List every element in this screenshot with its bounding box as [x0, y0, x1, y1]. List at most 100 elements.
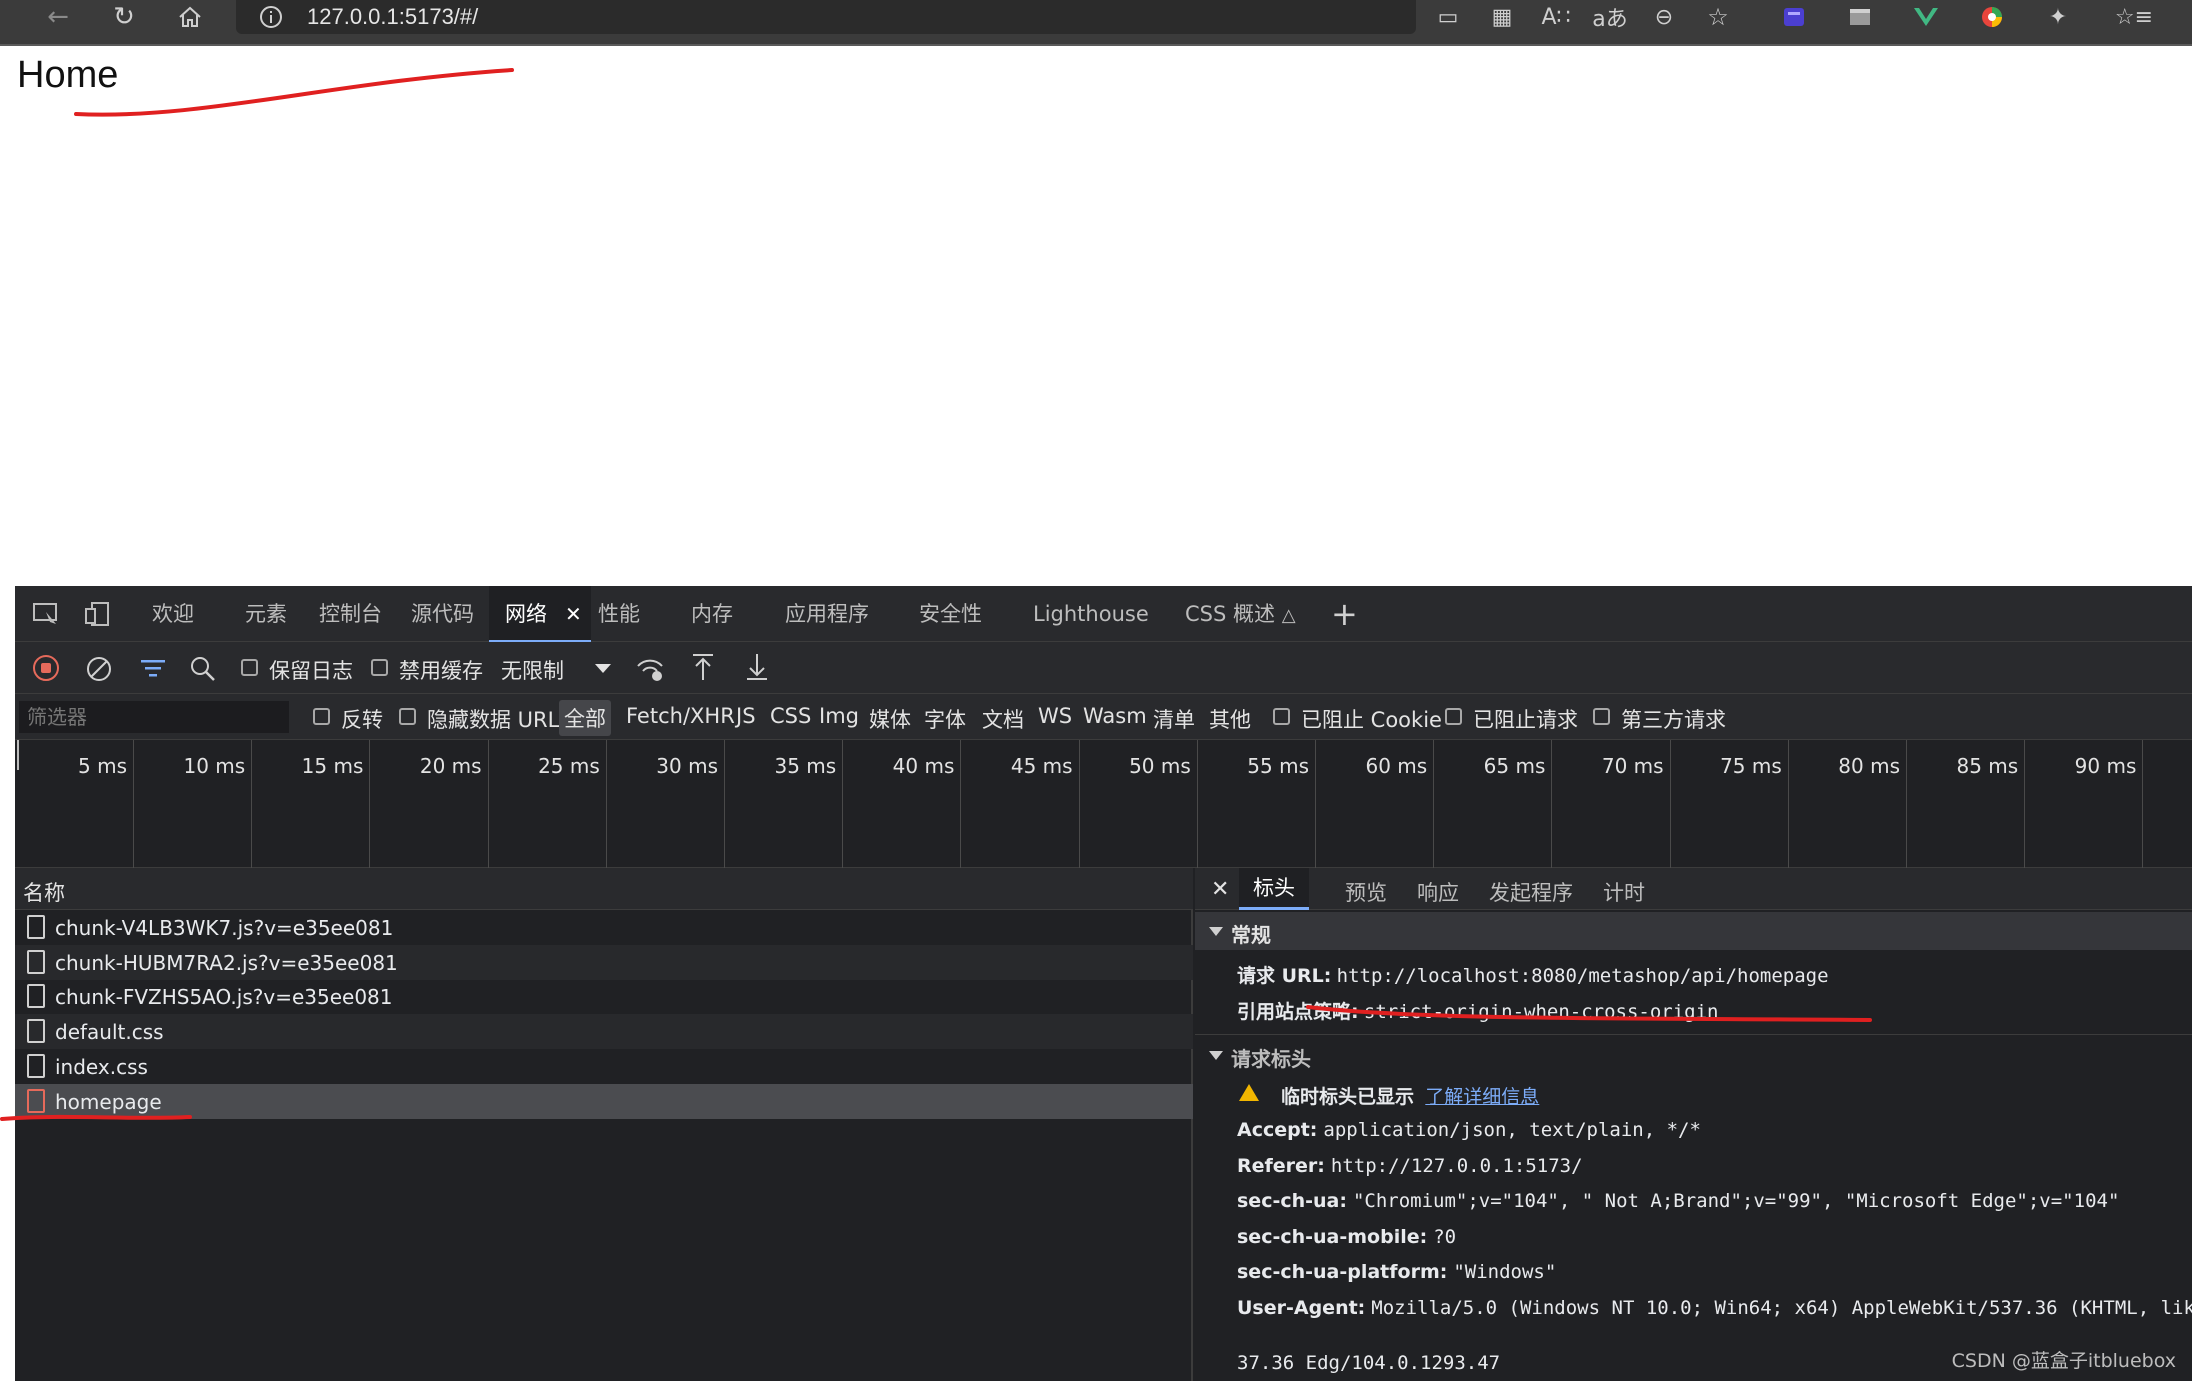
- network-conditions-icon[interactable]: [635, 654, 665, 687]
- add-favorite-icon[interactable]: ☆: [1700, 0, 1736, 34]
- timeline-gridline: [1196, 740, 1198, 868]
- timeline-start-marker: [17, 740, 19, 770]
- learn-more-link[interactable]: 了解详细信息: [1425, 1086, 1539, 1108]
- timeline-gridline: [1669, 740, 1671, 868]
- type-filter-doc[interactable]: 文档: [982, 704, 1024, 734]
- type-filter-wasm[interactable]: Wasm: [1083, 704, 1147, 728]
- add-tab-icon[interactable]: +: [1331, 586, 1358, 642]
- request-headers-section-header[interactable]: 请求标头: [1195, 1036, 2192, 1074]
- tab-console[interactable]: 控制台: [319, 586, 382, 642]
- timeline-overview[interactable]: 5 ms 10 ms 15 ms 20 ms 25 ms 30 ms 35 ms 40 ms 4…: [15, 740, 2192, 868]
- tab-css-overview[interactable]: CSS 概述 △: [1185, 586, 1296, 642]
- timeline-tick-label: 50 ms: [1129, 754, 1191, 778]
- vue-devtools-icon[interactable]: [1908, 0, 1944, 34]
- type-filter-fetch-xhr[interactable]: Fetch/XHR: [626, 704, 735, 728]
- preserve-log-checkbox[interactable]: [241, 659, 258, 676]
- request-row[interactable]: index.css: [15, 1049, 1193, 1084]
- detail-tab-initiator[interactable]: 发起程序: [1489, 877, 1573, 907]
- tab-welcome[interactable]: 欢迎: [152, 586, 194, 642]
- export-har-icon[interactable]: [745, 652, 769, 687]
- request-row[interactable]: chunk-V4LB3WK7.js?v=e35ee081: [15, 910, 1193, 945]
- extension-tab-icon[interactable]: [1842, 0, 1878, 34]
- tab-elements[interactable]: 元素: [245, 586, 287, 642]
- detail-tab-response[interactable]: 响应: [1417, 877, 1459, 907]
- filter-icon[interactable]: [139, 658, 167, 685]
- extension-collections-icon[interactable]: [1776, 0, 1812, 34]
- timeline-tick-label: 20 ms: [419, 754, 482, 778]
- detail-tab-headers[interactable]: 标头: [1239, 868, 1309, 910]
- extensions-icon[interactable]: ✦: [2040, 0, 2076, 34]
- search-icon[interactable]: [189, 655, 217, 688]
- translate-icon[interactable]: aあ: [1592, 0, 1628, 34]
- type-filter-js[interactable]: JS: [736, 704, 756, 728]
- type-filter-all[interactable]: 全部: [559, 700, 611, 736]
- type-filter-img[interactable]: Img: [819, 704, 859, 728]
- user-agent-continued: 37.36 Edg/104.0.1293.47: [1237, 1352, 1501, 1374]
- header-value: "Chromium";v="104", " Not A;Brand";v="99…: [1352, 1190, 2120, 1212]
- close-tab-icon[interactable]: ✕: [565, 586, 582, 642]
- watermark: CSDN @蓝盒子itbluebox: [1951, 1350, 2176, 1372]
- split-screen-icon[interactable]: ▭: [1430, 0, 1466, 34]
- tab-sources[interactable]: 源代码: [411, 586, 474, 642]
- invert-checkbox[interactable]: [313, 708, 330, 725]
- blocked-cookies-label: 已阻止 Cookie: [1301, 708, 1442, 732]
- timeline-tick-label: 70 ms: [1601, 754, 1664, 778]
- throttle-select[interactable]: 无限制: [501, 655, 564, 685]
- timeline-gridline: [842, 740, 844, 868]
- blocked-cookies-checkbox[interactable]: [1273, 708, 1290, 725]
- tab-memory[interactable]: 内存: [691, 586, 733, 642]
- column-name[interactable]: 名称: [23, 877, 65, 907]
- request-name: chunk-HUBM7RA2.js?v=e35ee081: [55, 950, 398, 975]
- hide-data-urls-label: 隐藏数据 URL: [427, 708, 560, 732]
- type-filter-other[interactable]: 其他: [1209, 704, 1251, 734]
- close-detail-icon[interactable]: ✕: [1211, 877, 1229, 902]
- tab-security[interactable]: 安全性: [919, 586, 982, 642]
- request-row[interactable]: chunk-HUBM7RA2.js?v=e35ee081: [15, 944, 1193, 980]
- timeline-gridline: [1433, 740, 1435, 868]
- request-name: chunk-V4LB3WK7.js?v=e35ee081: [55, 916, 394, 940]
- type-filter-media[interactable]: 媒体: [869, 704, 911, 734]
- header-value: ?0: [1433, 1225, 1457, 1248]
- timeline-gridline: [605, 740, 607, 868]
- request-row[interactable]: default.css: [15, 1014, 1193, 1050]
- type-filter-ws[interactable]: WS: [1038, 704, 1072, 728]
- tab-css-overview-label: CSS 概述: [1185, 602, 1275, 626]
- triangle-down-icon: [1209, 1051, 1223, 1060]
- detail-tab-preview[interactable]: 预览: [1345, 877, 1387, 907]
- third-party-label: 第三方请求: [1621, 708, 1726, 732]
- extension-color-icon[interactable]: [1974, 0, 2010, 34]
- general-section-header[interactable]: 常规: [1195, 912, 2192, 950]
- type-filter-font[interactable]: 字体: [924, 704, 966, 734]
- clear-icon[interactable]: [85, 655, 113, 688]
- chevron-down-icon[interactable]: [595, 664, 611, 673]
- blocked-requests-checkbox[interactable]: [1445, 708, 1462, 725]
- header-key: sec-ch-ua:: [1237, 1190, 1347, 1212]
- tab-performance[interactable]: 性能: [598, 586, 640, 642]
- tab-network[interactable]: 网络 ✕: [489, 586, 591, 642]
- read-aloud-icon[interactable]: A∷: [1538, 0, 1574, 34]
- disable-cache-checkbox[interactable]: [371, 659, 388, 676]
- tab-lighthouse[interactable]: Lighthouse: [1033, 586, 1149, 642]
- device-toolbar-icon[interactable]: [81, 586, 115, 642]
- type-filter-manifest[interactable]: 清单: [1153, 704, 1195, 734]
- inspect-element-icon[interactable]: [29, 586, 63, 642]
- timeline-tick-label: 5 ms: [78, 754, 127, 778]
- header-key: User-Agent:: [1237, 1296, 1366, 1319]
- timeline-gridline: [133, 740, 134, 868]
- record-stop-icon[interactable]: [33, 655, 59, 681]
- timeline-gridline: [1787, 740, 1789, 868]
- hide-data-urls-checkbox[interactable]: [399, 708, 416, 725]
- import-har-icon[interactable]: [691, 652, 715, 687]
- favorites-icon[interactable]: ☆≡: [2115, 0, 2153, 34]
- third-party-checkbox[interactable]: [1593, 708, 1610, 725]
- request-row[interactable]: chunk-FVZHS5AO.js?v=e35ee081: [15, 979, 1193, 1014]
- timeline-gridline: [2024, 740, 2026, 868]
- filter-input[interactable]: [19, 701, 289, 733]
- request-header-row: sec-ch-ua: "Chromium";v="104", " Not A;Br…: [1237, 1190, 2119, 1213]
- zoom-out-icon[interactable]: ⊖: [1646, 0, 1682, 34]
- tab-application[interactable]: 应用程序: [785, 586, 869, 642]
- timeline-gridline: [1315, 740, 1316, 868]
- type-filter-css[interactable]: CSS: [770, 704, 811, 728]
- detail-tab-timing[interactable]: 计时: [1603, 877, 1645, 907]
- apps-icon[interactable]: ▦: [1484, 0, 1520, 34]
